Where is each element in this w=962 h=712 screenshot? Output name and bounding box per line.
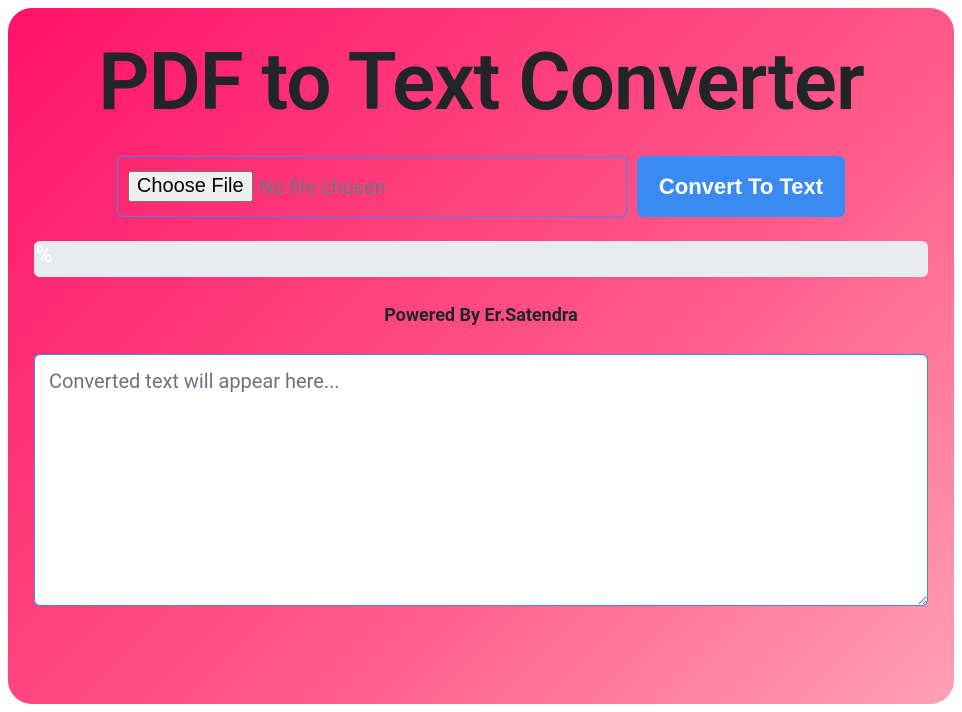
powered-by-text: Powered By Er.Satendra — [34, 305, 928, 326]
app-container: PDF to Text Converter Choose File No fil… — [8, 8, 954, 704]
page-title: PDF to Text Converter — [34, 38, 928, 126]
output-textarea[interactable] — [34, 354, 928, 606]
file-input[interactable]: Choose File No file chosen — [117, 156, 627, 217]
choose-file-button[interactable]: Choose File — [128, 171, 253, 202]
progress-bar: % — [34, 241, 928, 277]
input-row: Choose File No file chosen Convert To Te… — [34, 156, 928, 217]
convert-button[interactable]: Convert To Text — [637, 156, 845, 217]
progress-text: % — [36, 243, 52, 268]
file-chosen-status: No file chosen — [259, 175, 386, 199]
